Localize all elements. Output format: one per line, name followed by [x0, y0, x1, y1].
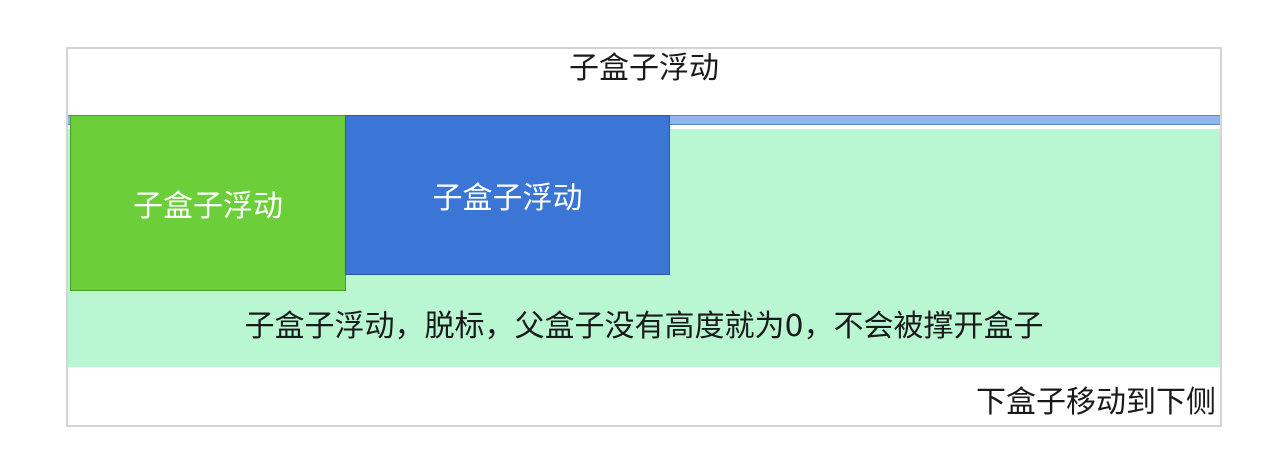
top-title: 子盒子浮动 [569, 51, 719, 86]
float-box-green: 子盒子浮动 [70, 115, 346, 291]
diagram-frame: 子盒子浮动 子盒子浮动 子盒子浮动 子盒子浮动，脱标，父盒子没有高度就为0，不会… [66, 47, 1222, 427]
float-box-blue: 子盒子浮动 [345, 115, 670, 275]
bottom-box-label: 下盒子移动到下侧 [976, 385, 1216, 420]
float-box-blue-label: 子盒子浮动 [432, 181, 583, 216]
explanation-text: 子盒子浮动，脱标，父盒子没有高度就为0，不会被撑开盒子 [244, 309, 1044, 344]
float-box-green-label: 子盒子浮动 [133, 189, 283, 224]
